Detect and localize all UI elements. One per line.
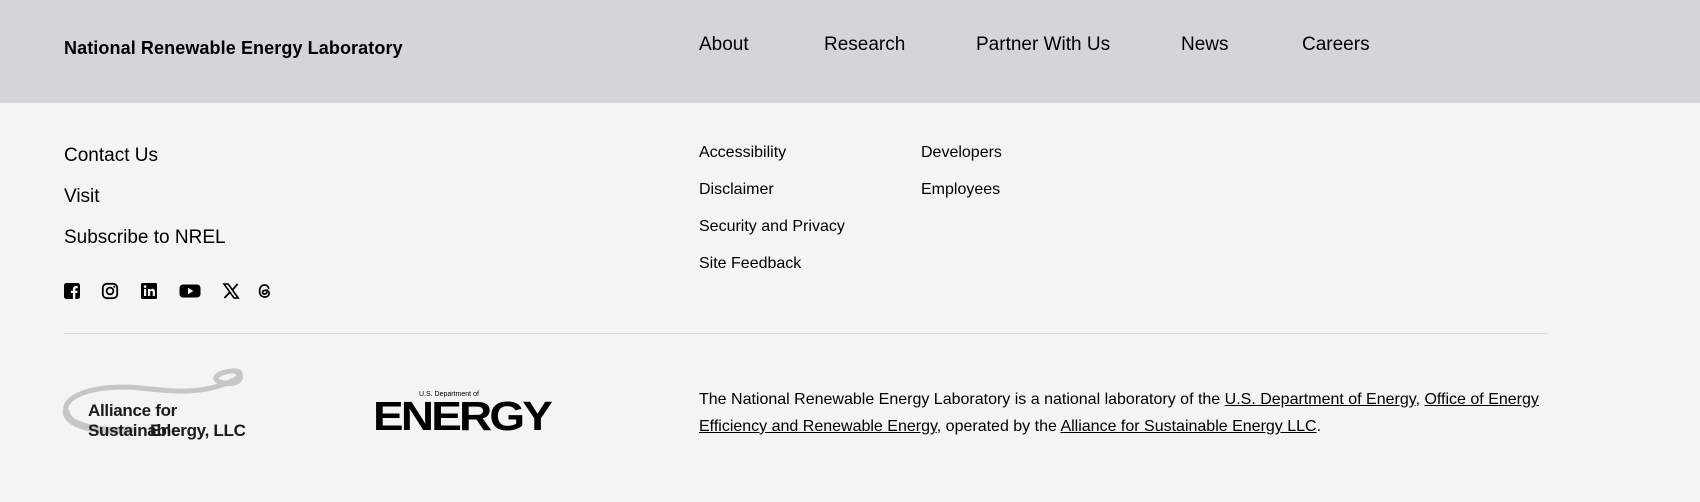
statement-prefix: The National Renewable Energy Laboratory… [699, 391, 1225, 408]
security-privacy-link[interactable]: Security and Privacy [699, 218, 845, 236]
developers-link[interactable]: Developers [921, 144, 1002, 162]
alliance-logo[interactable]: Alliance for Sustainable Energy, LLC [60, 366, 270, 442]
nav-research[interactable]: Research [824, 34, 905, 56]
accessibility-link[interactable]: Accessibility [699, 144, 786, 162]
statement-suffix: . [1316, 418, 1322, 435]
nav-careers[interactable]: Careers [1302, 34, 1370, 56]
nav-about[interactable]: About [699, 34, 749, 56]
site-name[interactable]: National Renewable Energy Laboratory [64, 38, 403, 59]
site-feedback-link[interactable]: Site Feedback [699, 255, 801, 273]
site-header: National Renewable Energy Laboratory Abo… [0, 0, 1700, 103]
nav-partner-with-us[interactable]: Partner With Us [976, 34, 1110, 56]
doe-logo-wordmark: ENERGY [373, 393, 553, 439]
visit-link[interactable]: Visit [64, 186, 100, 208]
nav-news[interactable]: News [1181, 34, 1229, 56]
facebook-icon[interactable] [62, 281, 82, 301]
lab-statement: The National Renewable Energy Laboratory… [699, 386, 1559, 440]
linkedin-icon[interactable] [139, 281, 159, 301]
x-icon[interactable] [221, 281, 241, 301]
employees-link[interactable]: Employees [921, 181, 1000, 199]
statement-middle: , operated by the [936, 418, 1061, 435]
alliance-link[interactable]: Alliance for Sustainable Energy LLC [1060, 418, 1316, 435]
subscribe-link[interactable]: Subscribe to NREL [64, 227, 226, 249]
instagram-icon[interactable] [100, 281, 120, 301]
youtube-icon[interactable] [179, 281, 201, 301]
threads-icon[interactable] [255, 281, 275, 301]
alliance-line2: Energy, LLC [150, 421, 246, 440]
doe-link[interactable]: U.S. Department of Energy [1225, 391, 1416, 408]
footer-divider [64, 333, 1548, 334]
disclaimer-link[interactable]: Disclaimer [699, 181, 774, 199]
contact-us-link[interactable]: Contact Us [64, 145, 158, 167]
